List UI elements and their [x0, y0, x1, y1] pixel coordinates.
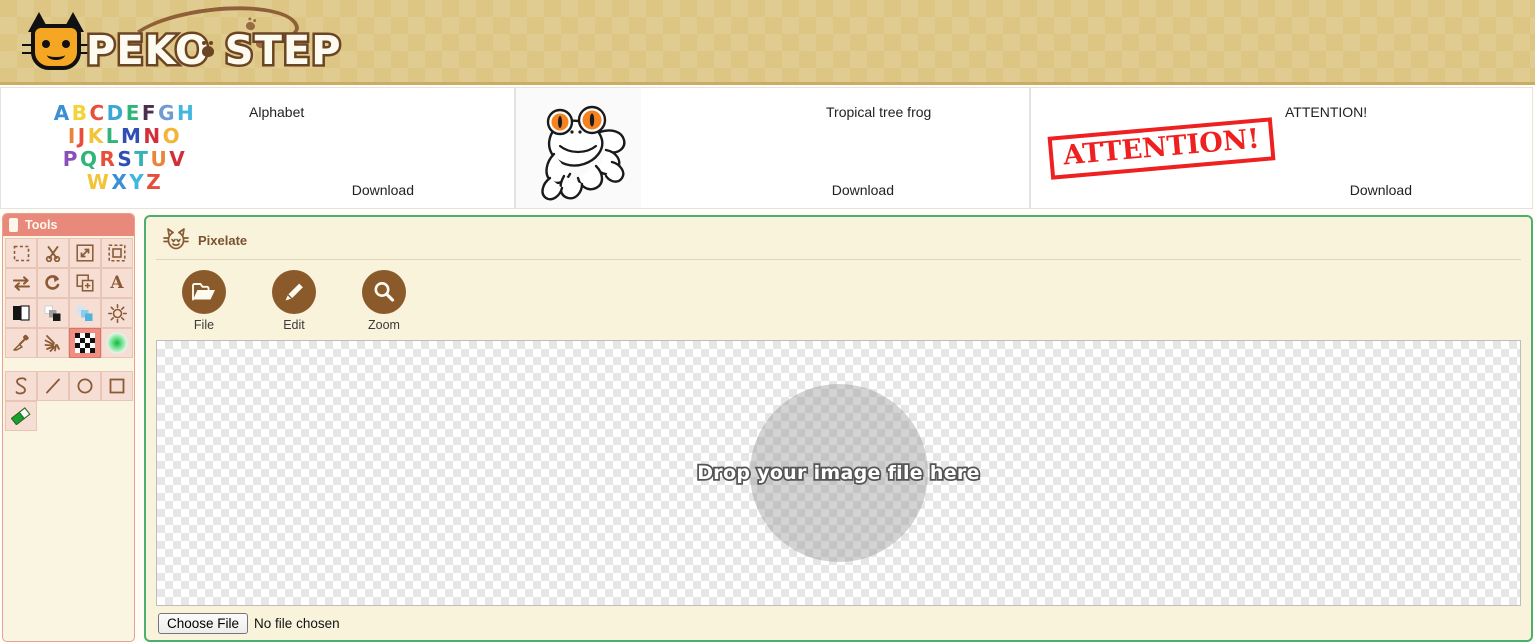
tools-panel-title: Tools [25, 218, 58, 232]
zoom-menu-circle [362, 270, 406, 314]
tool-cell-empty [101, 401, 133, 431]
contrast-icon [13, 305, 30, 321]
rectangle-icon [109, 378, 125, 394]
sample-card-attention[interactable]: ATTENTION! ATTENTION! Download [1030, 87, 1533, 209]
rectangular-select-tool[interactable] [5, 238, 37, 268]
add-layer-icon [76, 274, 94, 292]
blur-tool[interactable] [37, 328, 69, 358]
download-link[interactable]: Download [832, 182, 894, 198]
checkerboard-transparency-tool[interactable] [69, 328, 101, 358]
gradient-tool[interactable] [101, 328, 133, 358]
alphabet-row: WXYZ [86, 170, 164, 194]
swap-arrows-icon [12, 275, 30, 291]
alphabet-row: ABCDEFGH [53, 101, 197, 125]
file-input-row: Choose File No file chosen [156, 606, 1521, 640]
grayscale-squares-icon [44, 305, 61, 321]
alphabet-letters-image: ABCDEFGH IJKLMNO PQRSTUV WXYZ [1, 88, 241, 208]
edit-menu-label: Edit [283, 318, 305, 332]
magnifier-icon [374, 282, 395, 302]
tool-cell-empty [69, 401, 101, 431]
file-status-text: No file chosen [254, 615, 340, 631]
scissors-icon [45, 246, 61, 262]
editor-menu-row: File Edit Zoom [156, 260, 1521, 340]
app-titlebar: Pixelate [156, 227, 1521, 260]
sample-title: ATTENTION! [1285, 104, 1368, 120]
sample-image-row: ABCDEFGH IJKLMNO PQRSTUV WXYZ Alphabet Down… [0, 85, 1535, 213]
choose-file-button[interactable]: Choose File [158, 612, 249, 634]
letter-a-icon: A [110, 273, 124, 293]
curve-icon [15, 376, 27, 394]
pencil-icon [285, 283, 303, 301]
contrast-tool[interactable] [5, 298, 37, 328]
resize-tool[interactable] [69, 238, 101, 268]
download-link[interactable]: Download [1350, 182, 1412, 198]
tool-cell-empty [37, 401, 69, 431]
crop-icon [108, 244, 126, 262]
crop-tool[interactable] [101, 238, 133, 268]
tool-grid-spacer [3, 358, 134, 369]
sample-card-alphabet[interactable]: ABCDEFGH IJKLMNO PQRSTUV WXYZ Alphabet Down… [0, 87, 515, 209]
eyedropper-tool[interactable] [5, 328, 37, 358]
sample-card-tree-frog[interactable]: Tropical tree frog Download [515, 87, 1030, 209]
grayscale-tool[interactable] [37, 298, 69, 328]
sun-brightness-icon [107, 303, 127, 323]
colorize-tool[interactable] [69, 298, 101, 328]
tool-grid-main: A [3, 236, 134, 358]
ellipse-icon [77, 378, 93, 394]
add-layer-tool[interactable] [69, 268, 101, 298]
rotate-tool[interactable] [37, 268, 69, 298]
tree-frog-image [516, 88, 641, 208]
site-logo[interactable]: PEKO STEP [22, 0, 343, 78]
attention-stamp-image: ATTENTION! [1031, 88, 1291, 208]
folder-icon [192, 283, 215, 301]
tools-panel-header[interactable]: Tools [3, 214, 134, 236]
ellipse-tool[interactable] [69, 371, 101, 401]
zoom-menu-label: Zoom [368, 318, 400, 332]
eyedropper-icon [13, 334, 29, 351]
line-tool[interactable] [37, 371, 69, 401]
dashed-rectangle-icon [13, 245, 29, 261]
pixelate-editor-panel: Pixelate File Edit Zoom Drop your image … [144, 215, 1533, 642]
page-title: Pixelate [198, 232, 248, 248]
line-icon [46, 378, 60, 394]
eraser-tool[interactable] [5, 401, 37, 431]
alphabet-row: IJKLMNO [67, 124, 183, 148]
zoom-menu-button[interactable]: Zoom [358, 270, 410, 332]
dropzone-text: Drop your image file here [695, 460, 981, 486]
radial-gradient-icon [106, 332, 128, 354]
panel-grip-icon [9, 218, 18, 232]
sample-title: Tropical tree frog [826, 104, 932, 120]
tools-panel: Tools A [2, 213, 135, 642]
rectangle-tool[interactable] [101, 371, 133, 401]
file-menu-button[interactable]: File [178, 270, 230, 332]
site-header: PEKO STEP [0, 0, 1535, 85]
rotate-arrow-icon [45, 275, 60, 290]
resize-arrow-icon [76, 244, 94, 262]
tree-frog-illustration [540, 105, 625, 201]
flip-tool[interactable] [5, 268, 37, 298]
checkerboard-icon [75, 333, 95, 353]
cat-head-icon [163, 228, 189, 250]
curve-tool[interactable] [5, 371, 37, 401]
alphabet-row: PQRSTUV [62, 147, 188, 171]
tool-grid-shapes [3, 369, 134, 431]
text-tool[interactable]: A [101, 268, 133, 298]
download-link[interactable]: Download [352, 182, 414, 198]
workspace: Tools A Pixelate File Edit Zoom Drop you… [0, 213, 1535, 642]
logo-paw-dot-icon [202, 41, 214, 57]
colorize-squares-icon [77, 305, 93, 321]
scissors-cut-tool[interactable] [37, 238, 69, 268]
file-menu-label: File [193, 318, 215, 332]
blur-burst-icon [44, 335, 60, 352]
file-menu-circle [182, 270, 226, 314]
eraser-icon [11, 407, 31, 425]
edit-menu-circle [272, 270, 316, 314]
attention-stamp-text: ATTENTION! [1047, 116, 1275, 180]
sample-title: Alphabet [249, 104, 305, 120]
cat-head-icon [22, 12, 90, 72]
brightness-tool[interactable] [101, 298, 133, 328]
edit-menu-button[interactable]: Edit [268, 270, 320, 332]
image-canvas-dropzone[interactable]: Drop your image file here [156, 340, 1521, 606]
